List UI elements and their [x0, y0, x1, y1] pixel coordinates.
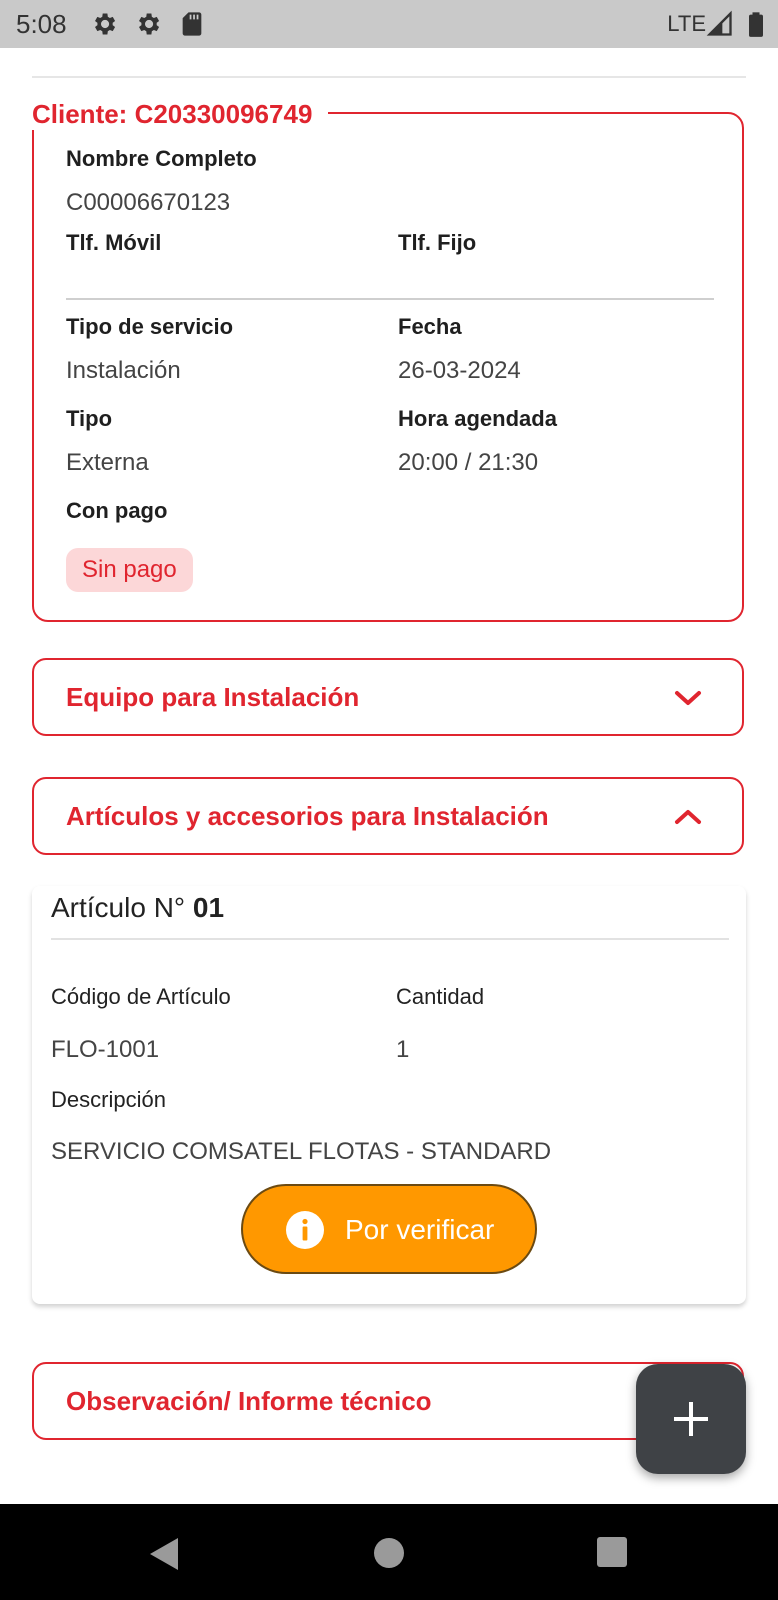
verify-status-button[interactable]: Por verificar	[241, 1184, 537, 1274]
network-type: LTE	[667, 11, 706, 36]
top-divider	[32, 76, 746, 78]
con-pago-label: Con pago	[66, 498, 168, 523]
article-title-prefix: Artículo N°	[51, 892, 186, 923]
nombre-value: C00006670123	[66, 189, 231, 216]
status-time: 5:08	[16, 9, 67, 39]
codigo-label: Código de Artículo	[51, 984, 231, 1009]
payment-status-badge: Sin pago	[66, 548, 193, 592]
verify-status-label: Por verificar	[345, 1214, 495, 1245]
tipo-label: Tipo	[66, 406, 113, 431]
cantidad-value: 1	[396, 1036, 410, 1063]
article-divider	[51, 938, 729, 940]
fecha-label: Fecha	[398, 314, 462, 339]
chevron-down-icon	[675, 691, 701, 705]
descripcion-value: SERVICIO COMSATEL FLOTAS - STANDARD	[51, 1138, 552, 1165]
article-title: Artículo N° 01	[51, 892, 224, 924]
navigation-bar	[0, 1504, 778, 1600]
back-icon[interactable]	[146, 1536, 180, 1572]
status-bar: 5:08 LTE	[0, 0, 778, 48]
nombre-label: Nombre Completo	[66, 146, 257, 171]
accordion-equipo-title: Equipo para Instalación	[66, 682, 360, 712]
codigo-value: FLO-1001	[51, 1036, 160, 1063]
cantidad-label: Cantidad	[396, 984, 485, 1009]
fecha-value: 26-03-2024	[398, 357, 521, 384]
hora-value: 20:00 / 21:30	[398, 449, 539, 476]
sd-card-icon	[182, 12, 202, 36]
article-number: 01	[192, 892, 225, 923]
add-fab-button[interactable]	[636, 1364, 746, 1474]
accordion-equipo[interactable]: Equipo para Instalación	[32, 658, 744, 736]
accordion-observacion-title: Observación/ Informe técnico	[66, 1386, 432, 1416]
gear-icon	[95, 13, 116, 35]
accordion-articulos-title: Artículos y accesorios para Instalación	[66, 801, 549, 831]
card-divider	[66, 298, 714, 300]
plus-icon	[674, 1402, 708, 1436]
client-legend: Cliente: C20330096749	[32, 99, 329, 130]
recents-icon[interactable]	[596, 1536, 628, 1568]
fijo-label: Tlf. Fijo	[398, 230, 477, 255]
tipo-servicio-value: Instalación	[66, 357, 181, 384]
movil-label: Tlf. Móvil	[66, 230, 162, 255]
gear-icon	[139, 13, 160, 35]
chevron-up-icon	[675, 810, 701, 824]
battery-icon	[749, 12, 763, 37]
hora-label: Hora agendada	[398, 406, 557, 431]
tipo-value: Externa	[66, 449, 149, 476]
home-icon[interactable]	[372, 1536, 406, 1570]
accordion-articulos[interactable]: Artículos y accesorios para Instalación	[32, 777, 744, 855]
tipo-servicio-label: Tipo de servicio	[66, 314, 234, 339]
descripcion-label: Descripción	[51, 1087, 166, 1112]
client-card: Nombre Completo C00006670123 Tlf. Móvil …	[32, 112, 744, 622]
signal-icon	[706, 10, 732, 36]
info-icon	[286, 1211, 324, 1249]
